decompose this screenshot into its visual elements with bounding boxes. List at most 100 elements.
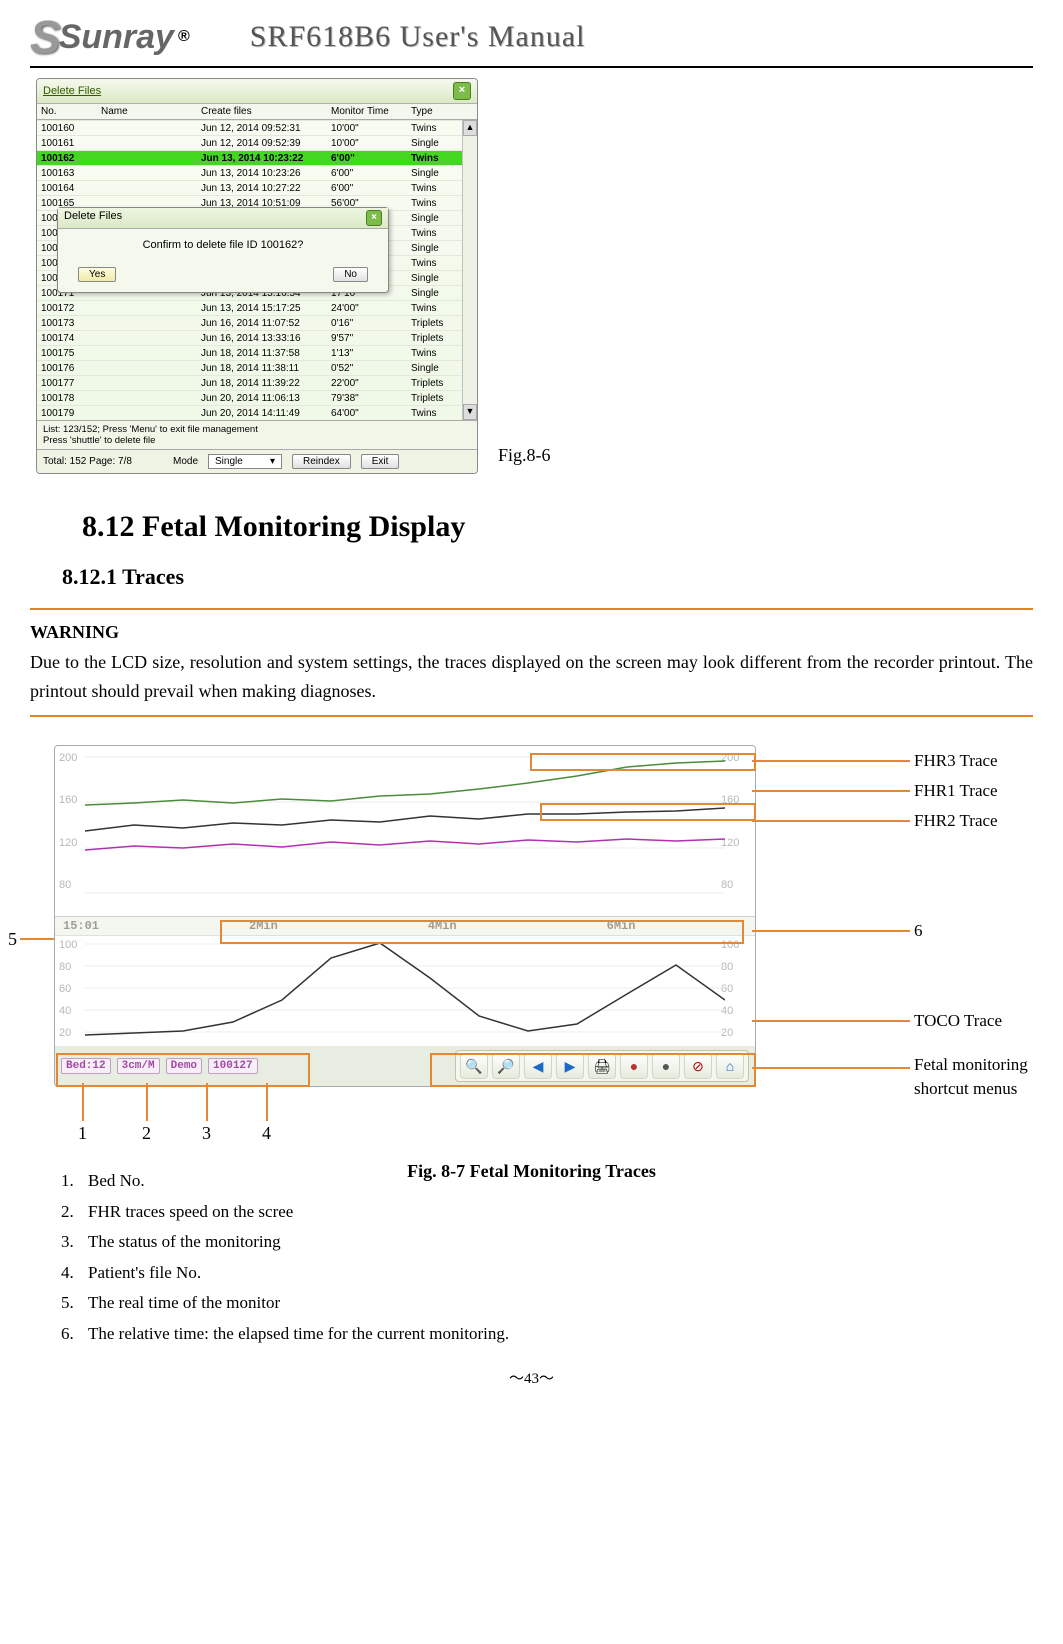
- table-row[interactable]: 100178Jun 20, 2014 11:06:1379'38"Triplet…: [37, 390, 477, 405]
- callout-2: 2: [142, 1123, 151, 1144]
- arrow-right-icon[interactable]: ▶: [556, 1053, 584, 1079]
- legend-item: The real time of the monitor: [78, 1288, 1033, 1319]
- callout-6: 6: [914, 921, 923, 941]
- reindex-button[interactable]: Reindex: [292, 454, 351, 469]
- brand-logo: S Sunray ®: [30, 10, 190, 64]
- table-row[interactable]: 100176Jun 18, 2014 11:38:110'52"Single: [37, 360, 477, 375]
- warning-label: WARNING: [30, 618, 1033, 648]
- mode-value: Single: [215, 456, 243, 467]
- window-titlebar: Delete Files ×: [37, 79, 477, 104]
- chevron-down-icon: ▾: [270, 456, 275, 467]
- no-button[interactable]: No: [333, 267, 368, 282]
- scroll-down-icon[interactable]: ▼: [463, 404, 477, 420]
- scrollbar[interactable]: ▲ ▼: [462, 120, 477, 420]
- fhr-traces: [85, 746, 725, 916]
- label-fhr1-trace: FHR1 Trace: [914, 781, 998, 801]
- mode-label: Mode: [173, 456, 198, 467]
- label-shortcut-menus-1: Fetal monitoring: [914, 1055, 1028, 1075]
- manual-title: SRF618B6 User's Manual: [250, 20, 586, 54]
- label-fhr3-trace: FHR3 Trace: [914, 751, 998, 771]
- page-header: S Sunray ® SRF618B6 User's Manual: [30, 0, 1033, 68]
- table-row[interactable]: 100174Jun 16, 2014 13:33:169'57"Triplets: [37, 330, 477, 345]
- patient-file-no: 100127: [208, 1058, 258, 1074]
- col-created: Create files: [201, 106, 331, 117]
- trace-speed: 3cm/M: [117, 1058, 160, 1074]
- zoom-out-icon[interactable]: 🔎: [492, 1053, 520, 1079]
- callout-4: 4: [262, 1123, 271, 1144]
- home-icon[interactable]: ⌂: [716, 1053, 744, 1079]
- table-row[interactable]: 100160Jun 12, 2014 09:52:3110'00"Twins: [37, 120, 477, 135]
- col-monitor-time: Monitor Time: [331, 106, 411, 117]
- label-fhr2-trace: FHR2 Trace: [914, 811, 998, 831]
- time-realtime: 15:01: [63, 919, 99, 933]
- callout-1: 1: [78, 1123, 87, 1144]
- close-icon[interactable]: ×: [453, 82, 471, 100]
- close-icon[interactable]: ×: [366, 210, 382, 226]
- yes-button[interactable]: Yes: [78, 267, 116, 282]
- toco-trace-svg: [85, 936, 725, 1046]
- label-shortcut-menus-2: shortcut menus: [914, 1079, 1017, 1099]
- status-line-1: List: 123/152; Press 'Menu' to exit file…: [43, 424, 471, 435]
- toco-trace: [85, 943, 725, 1035]
- shortcut-menu: 🔍 🔎 ◀ ▶ 🖨 ● ● ⊘ ⌂: [455, 1050, 749, 1082]
- registered-mark: ®: [178, 28, 190, 46]
- scroll-up-icon[interactable]: ▲: [463, 120, 477, 136]
- time-axis: 15:01 2Min 4Min 6Min: [55, 917, 755, 936]
- figure-8-6-caption: Fig.8-6: [498, 445, 551, 474]
- time-6min: 6Min: [607, 919, 636, 933]
- divider: [30, 608, 1033, 610]
- table-row[interactable]: 100164Jun 13, 2014 10:27:226'00"Twins: [37, 180, 477, 195]
- confirm-titlebar: Delete Files ×: [58, 208, 388, 229]
- window-title: Delete Files: [43, 85, 101, 97]
- col-name: Name: [101, 106, 201, 117]
- print-icon[interactable]: 🖨: [588, 1053, 616, 1079]
- table-row[interactable]: 100162Jun 13, 2014 10:23:226'00"Twins: [37, 150, 477, 165]
- table-row[interactable]: 100172Jun 13, 2014 15:17:2524'00"Twins: [37, 300, 477, 315]
- monitor-status-bar: Bed:12 3cm/M Demo 100127 🔍 🔎 ◀ ▶ 🖨 ● ● ⊘…: [55, 1046, 755, 1086]
- label-toco-trace: TOCO Trace: [914, 1011, 1002, 1031]
- figure-legend: Bed No.FHR traces speed on the screeThe …: [30, 1166, 1033, 1350]
- stop-record-icon[interactable]: ●: [652, 1053, 680, 1079]
- total-pages: Total: 152 Page: 7/8: [43, 456, 163, 467]
- table-row[interactable]: 100163Jun 13, 2014 10:23:266'00"Single: [37, 165, 477, 180]
- col-no: No.: [41, 106, 101, 117]
- table-header: No. Name Create files Monitor Time Type: [37, 104, 477, 120]
- exit-button[interactable]: Exit: [361, 454, 400, 469]
- page-number: ～43～: [30, 1367, 1033, 1388]
- table-row[interactable]: 100175Jun 18, 2014 11:37:581'13"Twins: [37, 345, 477, 360]
- record-icon[interactable]: ●: [620, 1053, 648, 1079]
- legend-item: Patient's file No.: [78, 1258, 1033, 1289]
- callout-3: 3: [202, 1123, 211, 1144]
- time-2min: 2Min: [249, 919, 278, 933]
- confirm-dialog: Delete Files × Confirm to delete file ID…: [57, 207, 389, 293]
- divider: [30, 715, 1033, 717]
- time-4min: 4Min: [428, 919, 457, 933]
- zoom-in-icon[interactable]: 🔍: [460, 1053, 488, 1079]
- confirm-title: Delete Files: [64, 210, 122, 226]
- table-row[interactable]: 100179Jun 20, 2014 14:11:4964'00"Twins: [37, 405, 477, 420]
- table-row[interactable]: 100173Jun 16, 2014 11:07:520'16"Triplets: [37, 315, 477, 330]
- legend-item: The status of the monitoring: [78, 1227, 1033, 1258]
- status-line-2: Press 'shuttle' to delete file: [43, 435, 471, 446]
- section-8-12-heading: 8.12 Fetal Monitoring Display: [82, 510, 1033, 544]
- section-8-12-1-heading: 8.12.1 Traces: [62, 564, 1033, 590]
- callout-5: 5: [8, 929, 17, 950]
- fhr3-trace: [85, 761, 725, 805]
- fhr-chart-area: 20016012080 20016012080: [55, 746, 755, 917]
- brand-text: Sunray: [59, 18, 174, 57]
- toco-chart-area: 10080604020 10080604020: [55, 936, 755, 1046]
- table-row[interactable]: 100177Jun 18, 2014 11:39:2222'00"Triplet…: [37, 375, 477, 390]
- fhr1-trace: [85, 808, 725, 831]
- legend-item: FHR traces speed on the scree: [78, 1197, 1033, 1228]
- confirm-message: Confirm to delete file ID 100162?: [58, 229, 388, 261]
- cancel-icon[interactable]: ⊘: [684, 1053, 712, 1079]
- warning-text: Due to the LCD size, resolution and syst…: [30, 648, 1033, 707]
- window-footer: Total: 152 Page: 7/8 Mode Single ▾ Reind…: [37, 449, 477, 473]
- col-type: Type: [411, 106, 465, 117]
- mode-dropdown[interactable]: Single ▾: [208, 454, 282, 469]
- table-row[interactable]: 100161Jun 12, 2014 09:52:3910'00"Single: [37, 135, 477, 150]
- fetal-monitor-chart: 20016012080 20016012080 15:: [54, 745, 756, 1087]
- status-area: List: 123/152; Press 'Menu' to exit file…: [37, 420, 477, 449]
- legend-item: The relative time: the elapsed time for …: [78, 1319, 1033, 1350]
- arrow-left-icon[interactable]: ◀: [524, 1053, 552, 1079]
